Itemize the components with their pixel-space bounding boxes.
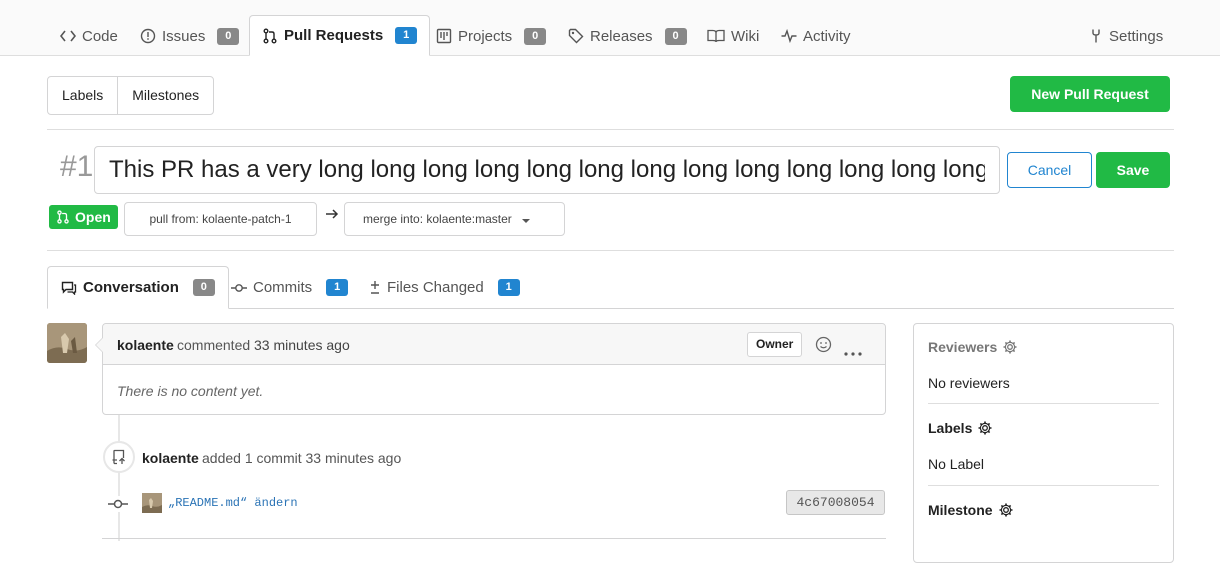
tab-pull-requests[interactable]: Pull Requests 1 — [249, 15, 431, 56]
pull-from-branch[interactable]: pull from: kolaente-patch-1 — [124, 202, 317, 236]
tab-wiki-label: Wiki — [731, 27, 760, 45]
commits-count-badge: 1 — [326, 279, 349, 296]
commit-icon — [231, 283, 247, 293]
tab-code-label: Code — [82, 27, 118, 45]
labels-milestones-group: Labels Milestones — [47, 76, 215, 115]
tab-code[interactable]: Code — [48, 16, 130, 56]
tab-settings[interactable]: Settings — [1077, 16, 1175, 56]
project-icon — [436, 28, 452, 44]
commit-sha-button[interactable]: 4c67008054 — [786, 490, 885, 515]
comment-author[interactable]: kolaente — [117, 337, 174, 353]
code-icon — [60, 29, 76, 43]
pull-request-icon — [262, 28, 278, 44]
files-count-badge: 1 — [497, 279, 520, 296]
tab-issues-label: Issues — [162, 27, 206, 45]
cancel-button[interactable]: Cancel — [1007, 152, 1092, 188]
sidebar-divider — [928, 403, 1159, 404]
releases-count-badge: 0 — [664, 27, 687, 45]
tab-projects-label: Projects — [458, 27, 513, 45]
pulls-count-badge: 1 — [395, 27, 418, 44]
merge-into-label: merge into: kolaente:master — [363, 212, 512, 226]
smiley-icon[interactable] — [815, 336, 832, 356]
save-button[interactable]: Save — [1096, 152, 1170, 188]
repo-nav: Code Issues 0 Pull Requests 1 Projects 0… — [0, 0, 1220, 56]
tab-commits-label: Commits — [253, 279, 313, 296]
timeline-line — [118, 415, 120, 541]
labels-value: No Label — [928, 456, 985, 472]
pull-request-icon — [56, 209, 70, 225]
issue-icon — [140, 28, 156, 44]
tab-releases[interactable]: Releases 0 — [556, 16, 699, 56]
comment-pointer-inner — [96, 338, 103, 352]
reviewers-label: Reviewers — [928, 339, 998, 355]
header-divider — [47, 129, 1174, 130]
merge-into-dropdown[interactable]: merge into: kolaente:master — [344, 202, 565, 236]
event-author[interactable]: kolaente — [142, 450, 199, 466]
push-event-badge — [103, 441, 135, 473]
status-label: Open — [75, 209, 111, 225]
milestone-label: Milestone — [928, 502, 993, 518]
tab-pull-requests-label: Pull Requests — [284, 27, 384, 44]
conversation-count-badge: 0 — [192, 279, 215, 296]
arrow-right-icon — [325, 207, 339, 224]
labels-button[interactable]: Labels — [48, 77, 117, 114]
tab-activity-label: Activity — [803, 27, 851, 45]
milestones-button[interactable]: Milestones — [117, 77, 213, 114]
tab-commits[interactable]: Commits 1 — [218, 266, 361, 309]
status-badge: Open — [49, 205, 118, 229]
caret-down-icon — [521, 213, 531, 227]
gear-icon[interactable] — [1002, 339, 1018, 355]
next-comment-edge — [102, 538, 886, 539]
pr-title-input[interactable] — [94, 146, 1000, 194]
reviewers-value: No reviewers — [928, 375, 1010, 391]
tab-wiki[interactable]: Wiki — [695, 16, 771, 56]
wrench-icon — [1089, 28, 1103, 44]
book-icon — [707, 29, 725, 43]
commit-message-link[interactable]: „README.md“ ändern — [168, 496, 298, 510]
avatar[interactable] — [47, 323, 87, 363]
comment-body: There is no content yet. — [117, 383, 264, 399]
tab-files-changed[interactable]: Files Changed 1 — [356, 266, 533, 309]
tag-icon — [568, 28, 584, 44]
comment-time[interactable]: 33 minutes ago — [254, 337, 350, 353]
labels-label: Labels — [928, 420, 973, 436]
pr-sidebar — [913, 323, 1174, 563]
commit-author-avatar[interactable] — [142, 493, 162, 513]
projects-count-badge: 0 — [524, 27, 547, 45]
tab-files-label: Files Changed — [387, 279, 484, 296]
section-divider — [47, 250, 1174, 251]
tab-issues[interactable]: Issues 0 — [128, 16, 251, 56]
sidebar-divider — [928, 485, 1159, 486]
comments-icon — [61, 281, 77, 295]
tab-settings-label: Settings — [1109, 27, 1164, 45]
gear-icon[interactable] — [977, 420, 993, 436]
pulse-icon — [781, 29, 797, 43]
owner-badge: Owner — [747, 332, 803, 357]
diff-icon — [369, 280, 381, 296]
labels-header[interactable]: Labels — [928, 420, 993, 436]
comment-action: commented — [177, 337, 251, 353]
repo-push-icon — [111, 449, 127, 465]
tab-releases-label: Releases — [590, 27, 653, 45]
tab-conversation-label: Conversation — [83, 279, 179, 296]
tab-activity[interactable]: Activity — [769, 16, 863, 56]
gear-icon[interactable] — [998, 502, 1014, 518]
tab-projects[interactable]: Projects 0 — [424, 16, 558, 56]
issues-count-badge: 0 — [217, 27, 240, 45]
milestone-header[interactable]: Milestone — [928, 502, 1014, 518]
reviewers-header[interactable]: Reviewers — [928, 339, 1018, 355]
pr-index: #1 — [60, 150, 94, 183]
tab-conversation[interactable]: Conversation 0 — [47, 266, 229, 309]
event-text: added 1 commit 33 minutes ago — [202, 450, 402, 466]
new-pull-request-button[interactable]: New Pull Request — [1010, 76, 1170, 112]
kebab-menu-icon[interactable] — [844, 343, 862, 359]
pull-from-label: pull from: kolaente-patch-1 — [149, 212, 292, 226]
commit-icon — [108, 496, 128, 512]
